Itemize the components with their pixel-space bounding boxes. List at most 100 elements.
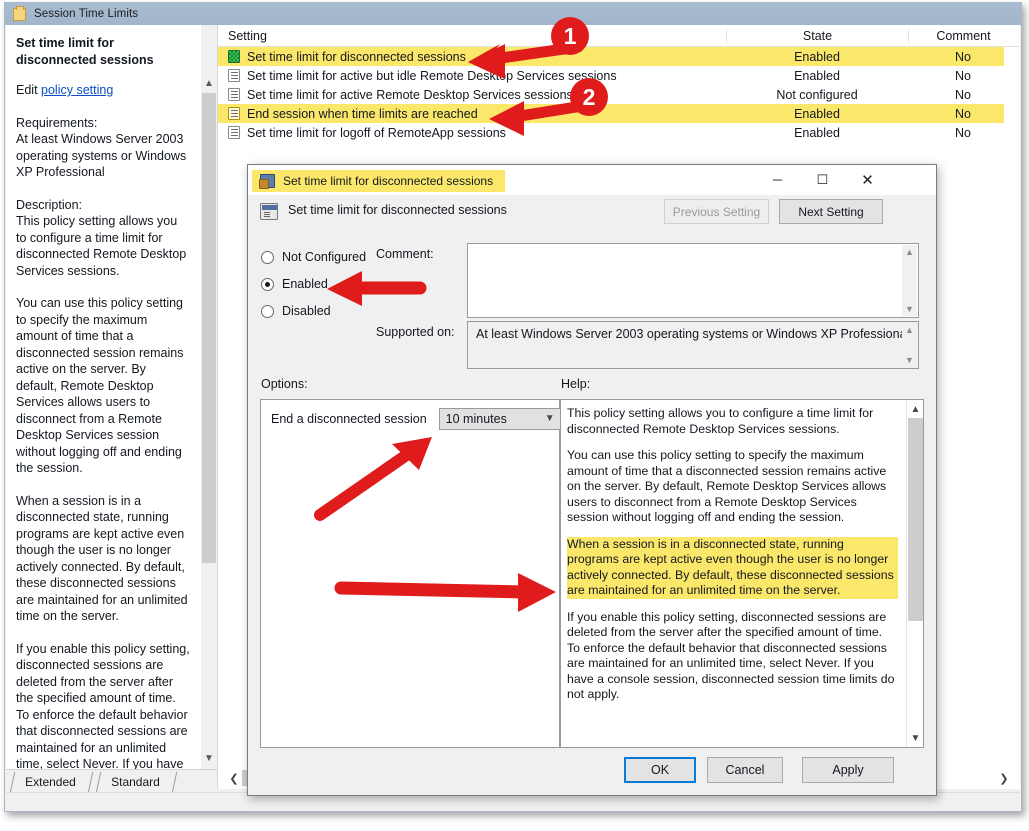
apply-button[interactable]: Apply [802,757,894,783]
help-paragraph-4: If you enable this policy setting, disco… [567,609,895,702]
help-label: Help: [561,377,591,391]
table-row[interactable]: Set time limit for active Remote Desktop… [218,85,1020,104]
row-setting-label: Set time limit for active Remote Desktop… [247,87,573,102]
end-disconnected-session-label: End a disconnected session [271,412,427,426]
row-state-cell: Not configured [776,87,858,102]
tab-extended-label: Extended [25,775,76,789]
row-comment-cell: No [955,49,971,64]
supported-on-scrollbar[interactable]: ▲ ▼ [902,323,917,367]
row-state-cell: Enabled [794,106,840,121]
screenshot-root: Session Time Limits Set time limit for d… [0,0,1029,831]
scroll-up-icon[interactable]: ▲ [905,325,914,335]
policy-yellow-icon [228,107,240,120]
scroll-down-icon[interactable]: ▼ [201,750,217,767]
option-row: End a disconnected session 10 minutes ▼ [271,408,563,430]
policy-icon [228,126,240,139]
extended-pane-scrollbar[interactable]: ▲ ▼ [201,25,217,789]
dropdown-value: 10 minutes [445,412,507,426]
dialog-header-title: Set time limit for disconnected sessions [288,203,507,217]
requirements-block: Requirements: At least Windows Server 20… [16,115,190,181]
annotation-badge-2: 2 [570,78,608,116]
row-setting-label: Set time limit for disconnected sessions [247,49,466,64]
extended-info-pane: Set time limit for disconnected sessions… [6,25,218,789]
table-row[interactable]: Set time limit for active but idle Remot… [218,66,1020,85]
tab-extended[interactable]: Extended [9,772,93,793]
help-scrollbar-thumb[interactable] [908,418,923,621]
edit-policy-line: Edit policy setting [16,82,190,99]
policy-setting-dialog: Set time limit for disconnected sessions… [247,164,937,796]
scroll-down-icon[interactable]: ▼ [905,355,914,365]
table-row[interactable]: End session when time limits are reached… [218,104,1020,123]
annotation-badge-1: 1 [551,17,589,55]
scroll-down-icon[interactable]: ▼ [905,304,914,314]
requirements-text: At least Windows Server 2003 operating s… [16,132,187,179]
row-setting-cell: Set time limit for logoff of RemoteApp s… [218,126,726,140]
column-header-comment[interactable]: Comment [908,28,1018,43]
column-header-state[interactable]: State [726,28,908,43]
table-row[interactable]: Set time limit for disconnected sessions… [218,47,1020,66]
supported-on-label: Supported on: [376,325,455,339]
maximize-icon[interactable]: ☐ [800,165,845,194]
policy-heading: Set time limit for disconnected sessions [16,36,154,67]
previous-setting-button[interactable]: Previous Setting [664,199,769,224]
help-panel: This policy setting allows you to config… [560,399,924,748]
supported-on-field: At least Windows Server 2003 operating s… [467,321,919,369]
ok-button[interactable]: OK [624,757,696,783]
scroll-up-icon[interactable]: ▲ [905,247,914,257]
next-setting-button[interactable]: Next Setting [779,199,883,224]
options-label: Options: [261,377,308,391]
close-icon[interactable]: ✕ [845,165,890,194]
row-comment-cell: No [955,125,971,140]
scroll-left-icon[interactable]: ❮ [226,770,242,786]
help-paragraph-1: This policy setting allows you to config… [567,406,874,436]
policy-document-icon [260,203,278,220]
cancel-button[interactable]: Cancel [707,757,783,783]
scroll-up-icon[interactable]: ▲ [201,75,217,92]
radio-enabled[interactable]: Enabled [261,277,328,291]
row-comment-cell: No [955,106,971,121]
description-label: Description: [16,197,82,212]
radio-circle-icon [261,304,274,318]
description-paragraph-2: You can use this policy setting to speci… [16,296,184,475]
row-setting-cell: Set time limit for active but idle Remot… [218,69,726,83]
description-block: Description: This policy setting allows … [16,197,190,280]
row-comment-cell: No [955,68,971,83]
help-paragraph-2: You can use this policy setting to speci… [567,448,887,524]
end-disconnected-session-dropdown[interactable]: 10 minutes ▼ [438,408,563,430]
help-paragraph-3-highlighted: When a session is in a disconnected stat… [567,536,898,599]
edit-label: Edit [16,83,38,97]
help-scrollbar[interactable]: ▲ ▼ [906,400,923,747]
radio-disabled[interactable]: Disabled [261,304,331,318]
comment-textarea[interactable]: ▲ ▼ [467,243,919,318]
options-panel: End a disconnected session 10 minutes ▼ [260,399,563,748]
row-setting-cell: Set time limit for active Remote Desktop… [218,88,726,102]
extended-info-content: Set time limit for disconnected sessions… [6,25,202,789]
scroll-up-icon[interactable]: ▲ [907,402,923,416]
comment-scrollbar[interactable]: ▲ ▼ [902,245,917,316]
policy-setting-link[interactable]: policy setting [41,83,113,97]
description-paragraph-4: If you enable this policy setting, disco… [16,641,190,788]
row-comment-cell: No [955,87,971,102]
dialog-body: Set time limit for disconnected sessions… [248,195,936,795]
row-setting-cell: Set time limit for disconnected sessions [218,50,726,64]
row-state-cell: Enabled [794,68,840,83]
row-setting-label: End session when time limits are reached [247,106,478,121]
description-paragraph-3: When a session is in a disconnected stat… [16,493,188,624]
window-titlebar: Session Time Limits [5,3,1021,25]
row-setting-label: Set time limit for active but idle Remot… [247,68,617,83]
settings-list-vertical-scrollbar[interactable] [1004,47,1020,767]
tab-standard[interactable]: Standard [95,772,177,793]
radio-not-configured[interactable]: Not Configured [261,250,366,264]
settings-list-header: Setting State Comment [218,25,1020,47]
tab-standard-label: Standard [111,775,160,789]
policy-setting-icon [259,173,275,189]
row-state-cell: Enabled [794,49,840,64]
scrollbar-thumb[interactable] [202,93,216,563]
scroll-down-icon[interactable]: ▼ [907,731,923,745]
scroll-right-icon[interactable]: ❯ [996,770,1012,786]
minimize-icon[interactable]: ─ [755,165,800,194]
folder-icon [13,5,26,21]
radio-not-configured-label: Not Configured [282,250,367,264]
column-header-setting[interactable]: Setting [218,29,726,43]
table-row[interactable]: Set time limit for logoff of RemoteApp s… [218,123,1020,142]
